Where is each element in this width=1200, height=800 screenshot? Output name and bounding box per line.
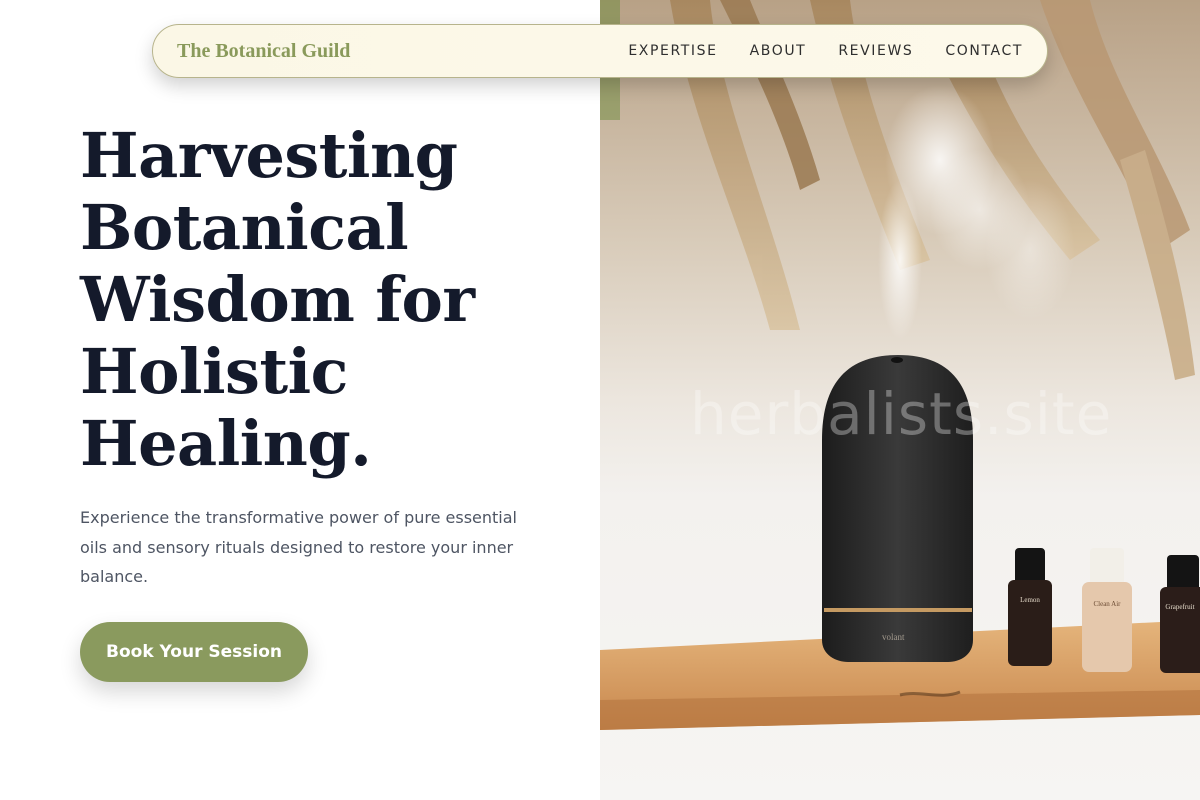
- oil-bottle: Lemon: [1008, 548, 1052, 666]
- diffuser-brand: volant: [882, 632, 905, 642]
- oil-bottle: Grapefruit: [1160, 555, 1200, 673]
- nav-link-about[interactable]: ABOUT: [750, 43, 807, 59]
- bottle-label: Grapefruit: [1165, 603, 1195, 611]
- hero-photo: Lemon Clean Air Grapefruit volant herbal…: [600, 0, 1200, 800]
- hero-subtitle: Experience the transformative power of p…: [80, 508, 517, 586]
- headline-line: Healing.: [80, 407, 372, 480]
- nav-link-expertise[interactable]: EXPERTISE: [628, 43, 717, 59]
- brand-logo[interactable]: The Botanical Guild: [177, 40, 350, 63]
- book-session-button[interactable]: Book Your Session: [80, 622, 308, 682]
- top-nav: The Botanical Guild EXPERTISE ABOUT REVI…: [152, 24, 1048, 78]
- hero-headline: Harvesting Botanical Wisdom for Holistic…: [80, 120, 580, 480]
- nav-link-reviews[interactable]: REVIEWS: [838, 43, 913, 59]
- oil-bottle: Clean Air: [1082, 548, 1132, 672]
- headline-line: Botanical: [80, 191, 409, 264]
- watermark: herbalists.site: [690, 380, 1113, 448]
- bottle-label: Lemon: [1020, 596, 1040, 604]
- bottle-label: Clean Air: [1093, 600, 1121, 608]
- headline-line: Harvesting: [80, 119, 458, 192]
- nav-link-contact[interactable]: CONTACT: [945, 43, 1023, 59]
- headline-line: Holistic: [80, 335, 348, 408]
- headline-line: Wisdom for: [80, 263, 475, 336]
- nav-links: EXPERTISE ABOUT REVIEWS CONTACT: [628, 43, 1023, 59]
